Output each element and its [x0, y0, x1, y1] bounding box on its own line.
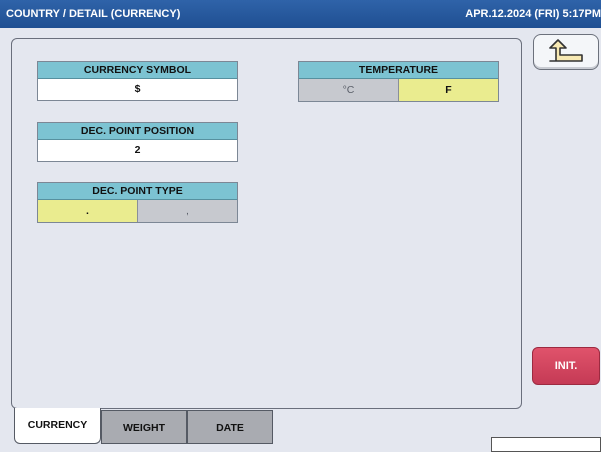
title-bar: COUNTRY / DETAIL (CURRENCY) APR.12.2024 …	[0, 0, 601, 28]
dec-point-type-option-comma[interactable]: ,	[137, 200, 237, 222]
back-button[interactable]	[533, 34, 599, 70]
temperature-option-celsius[interactable]: °C	[299, 79, 398, 101]
dec-point-type-selector: DEC. POINT TYPE . ,	[37, 182, 238, 223]
tab-currency[interactable]: CURRENCY	[14, 408, 101, 444]
temperature-label: TEMPERATURE	[299, 62, 498, 79]
date-time: APR.12.2024 (FRI) 5:17PM	[465, 8, 601, 20]
return-arrow-icon	[549, 39, 583, 62]
status-field	[491, 437, 601, 452]
settings-panel: CURRENCY SYMBOL $ TEMPERATURE °C F DEC. …	[11, 38, 522, 409]
temperature-selector: TEMPERATURE °C F	[298, 61, 499, 102]
tab-date[interactable]: DATE	[187, 410, 273, 444]
tab-weight[interactable]: WEIGHT	[101, 410, 187, 444]
dec-point-type-option-period[interactable]: .	[38, 200, 137, 222]
dec-point-type-label: DEC. POINT TYPE	[38, 183, 237, 200]
screen-title: COUNTRY / DETAIL (CURRENCY)	[6, 8, 181, 20]
dec-point-position-label: DEC. POINT POSITION	[38, 123, 237, 140]
init-button[interactable]: INIT.	[532, 347, 600, 385]
temperature-option-fahrenheit[interactable]: F	[398, 79, 498, 101]
currency-symbol-label: CURRENCY SYMBOL	[38, 62, 237, 79]
dec-point-position-value[interactable]: 2	[38, 140, 237, 161]
currency-symbol-value[interactable]: $	[38, 79, 237, 100]
currency-symbol-field[interactable]: CURRENCY SYMBOL $	[37, 61, 238, 101]
dec-point-position-field[interactable]: DEC. POINT POSITION 2	[37, 122, 238, 162]
